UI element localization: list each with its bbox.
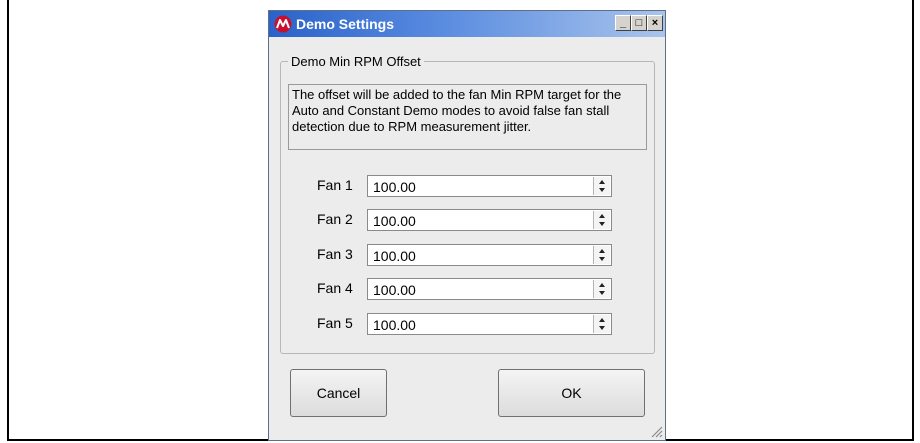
fan-5-value[interactable]: 100.00 (373, 317, 416, 333)
fan-4-value[interactable]: 100.00 (373, 282, 416, 298)
spin-up-icon[interactable] (599, 318, 605, 322)
fan-1-label: Fan 1 (317, 177, 353, 193)
fan-5-spinbox[interactable]: 100.00 (367, 313, 612, 335)
fan-1-spinbox[interactable]: 100.00 (367, 175, 612, 197)
minimize-button[interactable]: _ (615, 15, 631, 31)
spin-down-icon[interactable] (599, 222, 605, 226)
app-logo-icon (274, 15, 292, 33)
spin-buttons[interactable] (593, 280, 610, 298)
spin-down-icon[interactable] (599, 257, 605, 261)
close-button[interactable]: × (647, 15, 663, 31)
spin-buttons[interactable] (593, 177, 610, 195)
fan-2-label: Fan 2 (317, 211, 353, 227)
minimize-icon: _ (619, 17, 627, 29)
spin-buttons[interactable] (593, 315, 610, 333)
spin-down-icon[interactable] (599, 326, 605, 330)
spin-buttons[interactable] (593, 211, 610, 229)
maximize-button[interactable]: □ (631, 15, 647, 31)
title-bar[interactable]: Demo Settings _ □ × (269, 11, 665, 37)
fan-4-label: Fan 4 (317, 280, 353, 296)
close-icon: × (651, 17, 659, 29)
spin-down-icon[interactable] (599, 188, 605, 192)
fan-2-value[interactable]: 100.00 (373, 213, 416, 229)
resize-grip-icon[interactable] (649, 424, 663, 438)
spin-up-icon[interactable] (599, 180, 605, 184)
fan-5-label: Fan 5 (317, 315, 353, 331)
spin-up-icon[interactable] (599, 214, 605, 218)
spin-up-icon[interactable] (599, 249, 605, 253)
group-label: Demo Min RPM Offset (288, 54, 424, 69)
description-text: The offset will be added to the fan Min … (288, 84, 647, 150)
ok-button[interactable]: OK (498, 369, 645, 417)
maximize-icon: □ (635, 17, 643, 29)
cancel-button[interactable]: Cancel (290, 369, 387, 417)
spin-buttons[interactable] (593, 246, 610, 264)
demo-settings-dialog: Demo Settings _ □ × Demo Min RPM Offset … (268, 10, 666, 441)
fan-1-value[interactable]: 100.00 (373, 179, 416, 195)
fan-3-value[interactable]: 100.00 (373, 248, 416, 264)
fan-3-spinbox[interactable]: 100.00 (367, 244, 612, 266)
fan-2-spinbox[interactable]: 100.00 (367, 209, 612, 231)
fan-3-label: Fan 3 (317, 246, 353, 262)
fan-4-spinbox[interactable]: 100.00 (367, 278, 612, 300)
spin-down-icon[interactable] (599, 291, 605, 295)
spin-up-icon[interactable] (599, 283, 605, 287)
window-title: Demo Settings (296, 16, 395, 32)
